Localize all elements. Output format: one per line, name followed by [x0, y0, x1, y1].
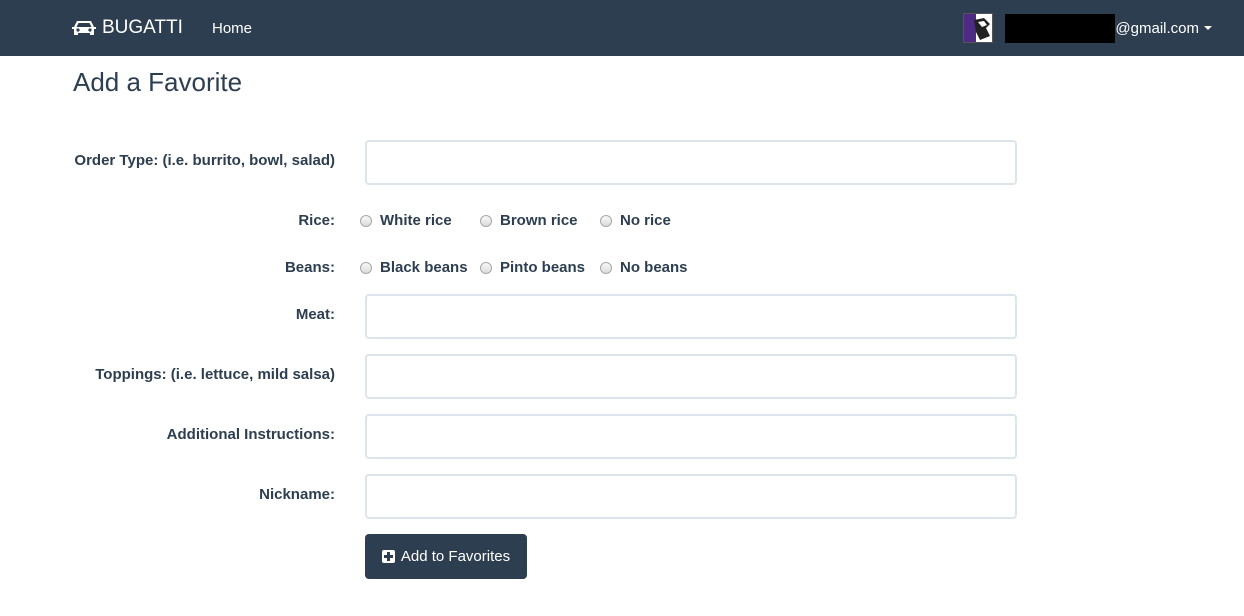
beans-option-black[interactable]: Black beans	[360, 259, 480, 276]
brand-link[interactable]: BUGATTI	[72, 0, 183, 56]
toppings-input[interactable]	[365, 354, 1017, 399]
plus-square-icon	[381, 550, 395, 563]
meat-label: Meat:	[295, 306, 335, 323]
beans-option-none[interactable]: No beans	[600, 259, 688, 276]
page-title: Add a Favorite	[73, 67, 243, 97]
order-type-label: Order Type: (i.e. burrito, bowl, salad)	[74, 152, 335, 169]
beans-label: Beans:	[284, 259, 335, 276]
beans-option-pinto[interactable]: Pinto beans	[480, 259, 600, 276]
car-icon	[72, 19, 96, 37]
beans-radio-group: Black beans Pinto beans No beans	[360, 259, 688, 276]
radio-label: Pinto beans	[500, 259, 586, 276]
radio-button[interactable]	[600, 214, 612, 227]
radio-label: Brown rice	[500, 212, 578, 229]
radio-button[interactable]	[360, 261, 372, 274]
order-type-input[interactable]	[365, 140, 1017, 185]
caret-down-icon	[1204, 26, 1212, 30]
rice-radio-group: White rice Brown rice No rice	[360, 212, 671, 229]
rice-option-brown[interactable]: Brown rice	[480, 212, 600, 229]
nav-home-link[interactable]: Home	[212, 0, 252, 56]
radio-label: Black beans	[380, 259, 468, 276]
add-to-favorites-label: Add to Favorites	[400, 548, 511, 565]
add-to-favorites-button[interactable]: Add to Favorites	[365, 534, 527, 579]
radio-label: No beans	[620, 259, 688, 276]
radio-label: White rice	[380, 212, 452, 229]
instructions-label: Additional Instructions:	[166, 426, 335, 443]
avatar	[963, 13, 994, 43]
top-navbar: BUGATTI Home @gmail.com	[0, 0, 1244, 56]
radio-button[interactable]	[600, 261, 612, 274]
meat-input[interactable]	[365, 294, 1017, 339]
rice-option-none[interactable]: No rice	[600, 212, 671, 229]
radio-button[interactable]	[360, 214, 372, 227]
nickname-label: Nickname:	[259, 486, 335, 503]
instructions-input[interactable]	[365, 414, 1017, 459]
nickname-input[interactable]	[365, 474, 1017, 519]
radio-button[interactable]	[480, 261, 492, 274]
user-email-suffix: @gmail.com	[1115, 19, 1199, 37]
radio-button[interactable]	[480, 214, 492, 227]
redacted-email-prefix	[1005, 13, 1116, 43]
toppings-label: Toppings: (i.e. lettuce, mild salsa)	[95, 366, 335, 383]
brand-name: BUGATTI	[102, 17, 183, 38]
user-menu-dropdown[interactable]: @gmail.com	[963, 0, 1212, 56]
rice-option-white[interactable]: White rice	[360, 212, 480, 229]
rice-label: Rice:	[298, 212, 335, 229]
radio-label: No rice	[620, 212, 671, 229]
